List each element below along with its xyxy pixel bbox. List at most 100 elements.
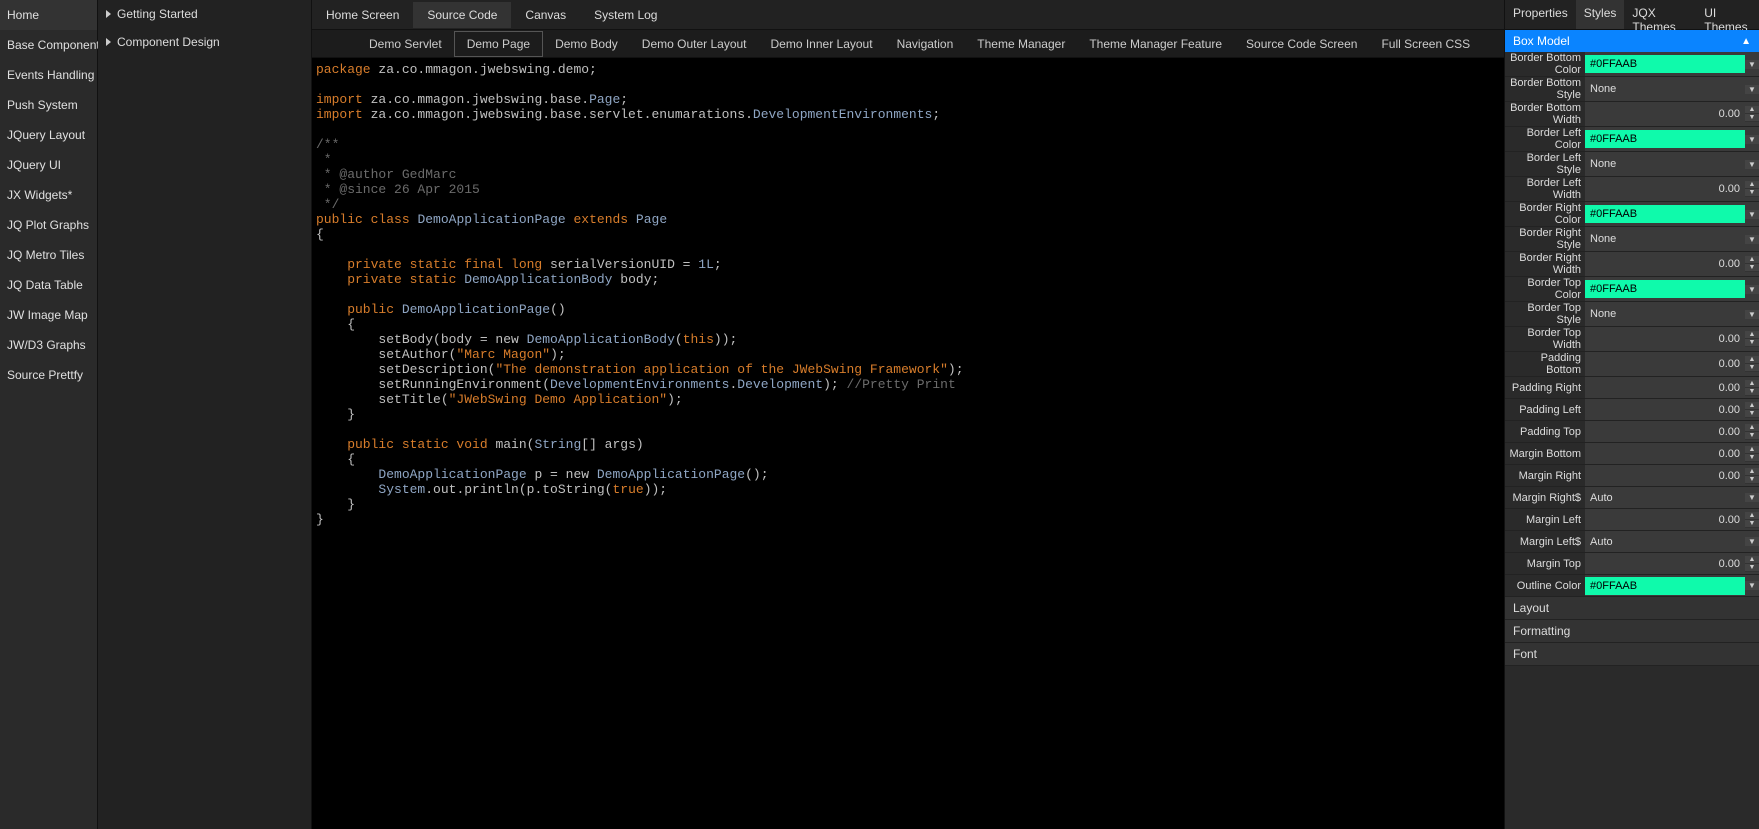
prop-input[interactable]: None▼ xyxy=(1585,152,1759,176)
spinner[interactable]: ▲▼ xyxy=(1745,402,1759,418)
sidebar-item-home[interactable]: Home xyxy=(0,0,97,30)
subtab-theme-manager[interactable]: Theme Manager xyxy=(965,32,1077,56)
tree-item-component-design[interactable]: Component Design xyxy=(98,28,311,56)
sidebar-item-jq-data-table[interactable]: JQ Data Table xyxy=(0,270,97,300)
sidebar-item-jq-plot-graphs[interactable]: JQ Plot Graphs xyxy=(0,210,97,240)
number-input[interactable]: 0.00 xyxy=(1585,555,1745,573)
sidebar-item-push-system[interactable]: Push System xyxy=(0,90,97,120)
spinner[interactable]: ▲▼ xyxy=(1745,468,1759,484)
spinner[interactable]: ▲▼ xyxy=(1745,181,1759,197)
prop-input[interactable]: 0.00▲▼ xyxy=(1585,553,1759,574)
color-input[interactable]: #0FFAAB xyxy=(1585,205,1745,223)
prop-input[interactable]: 0.00▲▼ xyxy=(1585,102,1759,126)
select-input[interactable]: None xyxy=(1585,155,1745,173)
spinner-down-icon[interactable]: ▼ xyxy=(1745,264,1759,272)
prop-input[interactable]: None▼ xyxy=(1585,227,1759,251)
color-input[interactable]: #0FFAAB xyxy=(1585,55,1745,73)
spinner[interactable]: ▲▼ xyxy=(1745,380,1759,396)
section-font[interactable]: Font xyxy=(1505,643,1759,666)
tab-properties[interactable]: Properties xyxy=(1505,0,1576,29)
sidebar-item-jquery-layout[interactable]: JQuery Layout xyxy=(0,120,97,150)
dropdown-arrow-icon[interactable]: ▼ xyxy=(1745,85,1759,94)
subtab-navigation[interactable]: Navigation xyxy=(885,32,966,56)
prop-input[interactable]: #0FFAAB▼ xyxy=(1585,575,1759,596)
prop-input[interactable]: #0FFAAB▼ xyxy=(1585,127,1759,151)
select-input[interactable]: None xyxy=(1585,305,1745,323)
select-input[interactable]: None xyxy=(1585,80,1745,98)
sidebar-item-source-prettfy[interactable]: Source Prettfy xyxy=(0,360,97,390)
subtab-demo-servlet[interactable]: Demo Servlet xyxy=(357,32,454,56)
spinner-down-icon[interactable]: ▼ xyxy=(1745,339,1759,347)
number-input[interactable]: 0.00 xyxy=(1585,379,1745,397)
subtab-source-code-screen[interactable]: Source Code Screen xyxy=(1234,32,1369,56)
prop-input[interactable]: None▼ xyxy=(1585,302,1759,326)
tab-styles[interactable]: Styles xyxy=(1576,0,1625,29)
spinner[interactable]: ▲▼ xyxy=(1745,256,1759,272)
number-input[interactable]: 0.00 xyxy=(1585,511,1745,529)
dropdown-arrow-icon[interactable]: ▼ xyxy=(1745,493,1759,502)
prop-input[interactable]: 0.00▲▼ xyxy=(1585,443,1759,464)
dropdown-arrow-icon[interactable]: ▼ xyxy=(1745,537,1759,546)
section-formatting[interactable]: Formatting xyxy=(1505,620,1759,643)
prop-input[interactable]: 0.00▲▼ xyxy=(1585,177,1759,201)
spinner-up-icon[interactable]: ▲ xyxy=(1745,181,1759,189)
spinner-down-icon[interactable]: ▼ xyxy=(1745,364,1759,372)
number-input[interactable]: 0.00 xyxy=(1585,255,1745,273)
sidebar-item-events-handling[interactable]: Events Handling xyxy=(0,60,97,90)
prop-input[interactable]: None▼ xyxy=(1585,77,1759,101)
spinner[interactable]: ▲▼ xyxy=(1745,556,1759,572)
dropdown-arrow-icon[interactable]: ▼ xyxy=(1745,310,1759,319)
prop-input[interactable]: 0.00▲▼ xyxy=(1585,352,1759,376)
tab-jqx-themes[interactable]: JQX Themes xyxy=(1624,0,1696,29)
number-input[interactable]: 0.00 xyxy=(1585,423,1745,441)
dropdown-arrow-icon[interactable]: ▼ xyxy=(1745,581,1759,590)
number-input[interactable]: 0.00 xyxy=(1585,330,1745,348)
prop-input[interactable]: 0.00▲▼ xyxy=(1585,377,1759,398)
spinner-up-icon[interactable]: ▲ xyxy=(1745,556,1759,564)
spinner[interactable]: ▲▼ xyxy=(1745,106,1759,122)
number-input[interactable]: 0.00 xyxy=(1585,467,1745,485)
spinner-up-icon[interactable]: ▲ xyxy=(1745,512,1759,520)
prop-input[interactable]: Auto▼ xyxy=(1585,531,1759,552)
spinner-down-icon[interactable]: ▼ xyxy=(1745,520,1759,528)
prop-input[interactable]: 0.00▲▼ xyxy=(1585,327,1759,351)
spinner-up-icon[interactable]: ▲ xyxy=(1745,106,1759,114)
color-input[interactable]: #0FFAAB xyxy=(1585,130,1745,148)
dropdown-arrow-icon[interactable]: ▼ xyxy=(1745,235,1759,244)
spinner-up-icon[interactable]: ▲ xyxy=(1745,446,1759,454)
sidebar-item-base-components[interactable]: Base Components xyxy=(0,30,97,60)
spinner-down-icon[interactable]: ▼ xyxy=(1745,410,1759,418)
tab-ui-themes[interactable]: UI Themes xyxy=(1696,0,1759,29)
sidebar-item-jquery-ui[interactable]: JQuery UI xyxy=(0,150,97,180)
subtab-demo-body[interactable]: Demo Body xyxy=(543,32,630,56)
dropdown-arrow-icon[interactable]: ▼ xyxy=(1745,160,1759,169)
tab-home-screen[interactable]: Home Screen xyxy=(312,2,413,28)
tab-source-code[interactable]: Source Code xyxy=(413,2,511,28)
spinner-up-icon[interactable]: ▲ xyxy=(1745,380,1759,388)
spinner-up-icon[interactable]: ▲ xyxy=(1745,356,1759,364)
code-editor[interactable]: package package za.co.mmagon.jwebswing.d… xyxy=(312,58,1504,829)
sidebar-item-jq-metro-tiles[interactable]: JQ Metro Tiles xyxy=(0,240,97,270)
spinner-down-icon[interactable]: ▼ xyxy=(1745,454,1759,462)
spinner[interactable]: ▲▼ xyxy=(1745,512,1759,528)
number-input[interactable]: 0.00 xyxy=(1585,180,1745,198)
number-input[interactable]: 0.00 xyxy=(1585,401,1745,419)
spinner[interactable]: ▲▼ xyxy=(1745,331,1759,347)
number-input[interactable]: 0.00 xyxy=(1585,355,1745,373)
spinner-down-icon[interactable]: ▼ xyxy=(1745,114,1759,122)
dropdown-arrow-icon[interactable]: ▼ xyxy=(1745,285,1759,294)
spinner-down-icon[interactable]: ▼ xyxy=(1745,388,1759,396)
prop-input[interactable]: 0.00▲▼ xyxy=(1585,399,1759,420)
subtab-demo-outer-layout[interactable]: Demo Outer Layout xyxy=(630,32,759,56)
select-input[interactable]: Auto xyxy=(1585,533,1745,551)
section-layout[interactable]: Layout xyxy=(1505,597,1759,620)
tab-canvas[interactable]: Canvas xyxy=(511,2,580,28)
sidebar-item-jw-image-map[interactable]: JW Image Map xyxy=(0,300,97,330)
select-input[interactable]: Auto xyxy=(1585,489,1745,507)
dropdown-arrow-icon[interactable]: ▼ xyxy=(1745,60,1759,69)
number-input[interactable]: 0.00 xyxy=(1585,445,1745,463)
subtab-full-screen-css[interactable]: Full Screen CSS xyxy=(1369,32,1482,56)
spinner-down-icon[interactable]: ▼ xyxy=(1745,564,1759,572)
spinner[interactable]: ▲▼ xyxy=(1745,446,1759,462)
spinner-down-icon[interactable]: ▼ xyxy=(1745,476,1759,484)
